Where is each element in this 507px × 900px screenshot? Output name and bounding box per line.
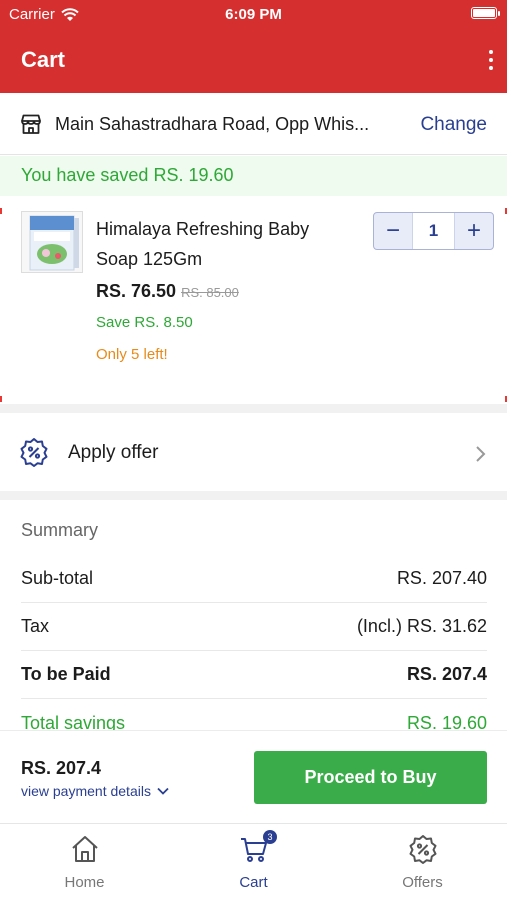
checkout-bar: RS. 207.4 view payment details Proceed t… [0,730,507,823]
summary-row-subtotal: Sub-total RS. 207.40 [21,555,487,603]
page-title: Cart [21,47,66,72]
tab-label: Cart [239,874,268,891]
chevron-right-icon [476,446,486,462]
home-icon [71,836,98,862]
summary-label: Tax [21,616,50,636]
cart-item: Himalaya Refreshing Baby Soap 125Gm RS. … [0,196,507,404]
cart-count-badge: 3 [263,830,277,844]
savings-banner: You have saved RS. 19.60 [0,156,507,196]
summary-value: RS. 207.4 [406,664,487,684]
discount-badge-icon [409,835,436,864]
price-row: RS. 76.50 RS. 85.00 [96,281,239,302]
decrement-button[interactable]: − [374,213,412,249]
product-price: RS. 76.50 [96,281,177,301]
apply-offer-row[interactable]: Apply offer [0,413,507,491]
order-summary: Summary Sub-total RS. 207.40 Tax (Incl.)… [0,500,507,733]
tab-offers[interactable]: Offers [338,824,507,900]
view-payment-details-link[interactable]: view payment details [21,783,169,799]
summary-value: RS. 207.40 [396,568,487,588]
summary-title: Summary [21,520,99,540]
delivery-address-row: Main Sahastradhara Road, Opp Whis... Cha… [0,93,507,155]
more-vertical-icon[interactable] [487,50,495,70]
bottom-tab-bar: Home 3 Cart Offers [0,823,507,900]
proceed-to-buy-button[interactable]: Proceed to Buy [254,751,487,804]
product-image[interactable] [21,211,83,273]
product-mrp: RS. 85.00 [181,285,239,300]
left-edge-marker [0,208,2,214]
chevron-down-icon [157,787,169,795]
discount-badge-icon [20,438,48,467]
savings-text: You have saved RS. 19.60 [21,165,234,185]
summary-label: Sub-total [21,568,94,588]
payment-details-label: view payment details [21,783,151,799]
tab-home[interactable]: Home [0,824,169,900]
soap-box-illustration [22,212,82,272]
apply-offer-label: Apply offer [68,442,159,463]
tab-label: Offers [402,874,443,891]
summary-row-tax: Tax (Incl.) RS. 31.62 [21,603,487,651]
tab-cart[interactable]: 3 Cart [169,824,338,900]
summary-value: (Incl.) RS. 31.62 [356,616,487,636]
address-text: Main Sahastradhara Road, Opp Whis... [55,114,370,134]
increment-button[interactable]: + [455,213,493,249]
section-divider [0,404,507,413]
status-bar: Carrier 6:09 PM [0,0,507,28]
summary-row-to-be-paid: To be Paid RS. 207.4 [21,651,487,699]
status-time: 6:09 PM [225,6,282,23]
summary-label: To be Paid [21,664,111,684]
section-divider [0,491,507,500]
store-icon [21,114,41,134]
stock-warning: Only 5 left! [96,346,168,363]
quantity-value: 1 [412,213,455,249]
app-header: Carrier 6:09 PM Cart [0,0,507,93]
tab-label: Home [64,874,105,891]
change-address-link[interactable]: Change [420,114,487,136]
quantity-stepper: − 1 + [373,212,494,250]
battery-icon [471,7,500,19]
checkout-total: RS. 207.4 [21,758,102,778]
left-edge-marker [0,396,2,402]
item-savings: Save RS. 8.50 [96,314,193,331]
product-name[interactable]: Himalaya Refreshing Baby Soap 125Gm [96,214,356,274]
